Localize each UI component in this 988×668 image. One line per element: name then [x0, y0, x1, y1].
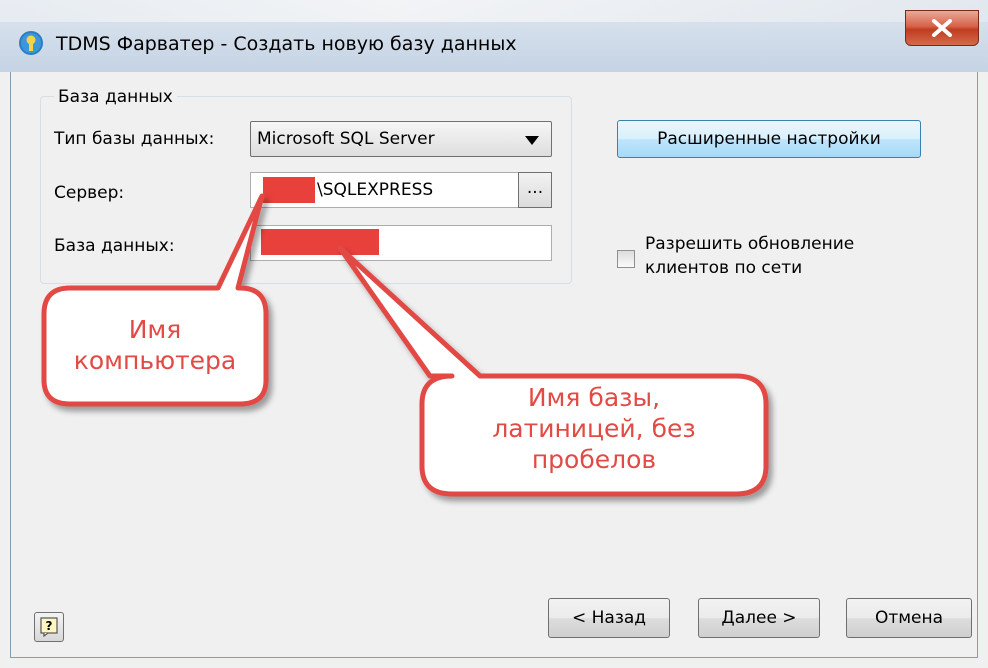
callout-db-name-text: Имя базы, латиницей, без пробелов	[492, 383, 696, 474]
callout-computer-name-text: Имя компьютера	[73, 315, 237, 375]
dialog-window: TDMS Фарватер - Создать новую базу данны…	[0, 0, 988, 668]
